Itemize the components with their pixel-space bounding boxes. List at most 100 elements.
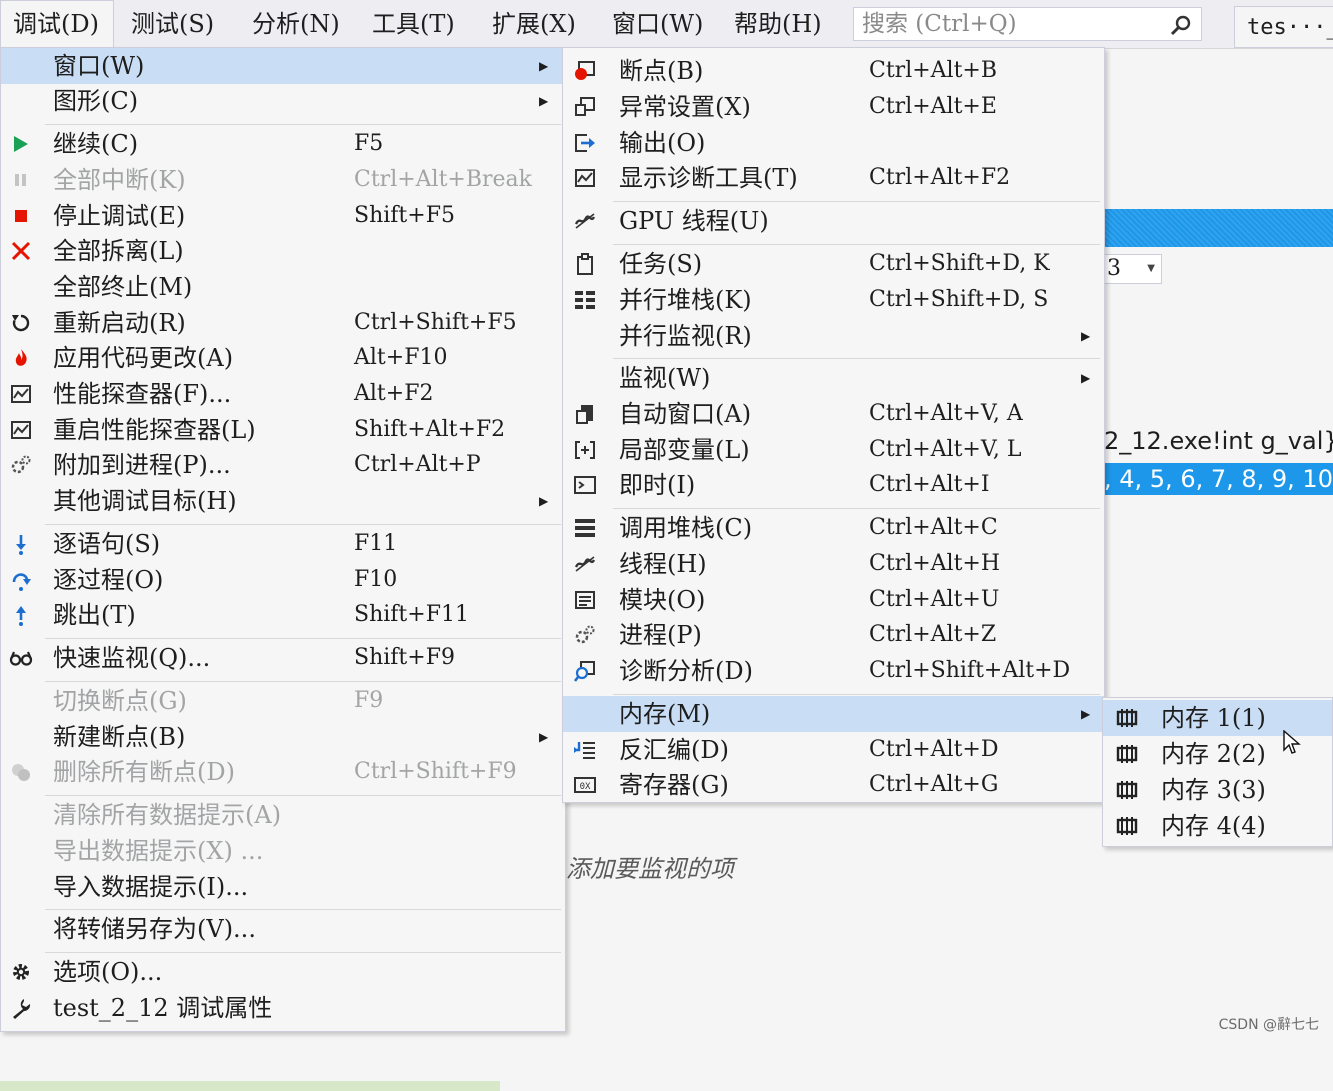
debug-menu-item-break-all[interactable]: 全部中断(K) Ctrl+Alt+Break	[1, 162, 565, 198]
window-menu-item-watch[interactable]: 监视(W) ▶	[563, 360, 1104, 396]
menu-window[interactable]: 窗口(W)	[612, 0, 703, 48]
menu-bar: 调试(D) 测试(S) 分析(N) 工具(T) 扩展(X) 窗口(W) 帮助(H…	[0, 0, 1333, 49]
window-menu-item-output[interactable]: 输出(O)	[563, 125, 1104, 161]
debug-menu-item-profiler[interactable]: 性能探查器(F)... Alt+F2	[1, 376, 565, 412]
window-submenu: 断点(B) Ctrl+Alt+B 异常设置(X) Ctrl+Alt+E 输出(O…	[562, 47, 1105, 803]
search-icon[interactable]	[1169, 13, 1193, 37]
window-menu-item-call-stack[interactable]: 调用堆栈(C) Ctrl+Alt+C	[563, 510, 1104, 546]
menu-item-label: 导入数据提示(I)...	[53, 873, 249, 901]
window-menu-item-exception-settings[interactable]: 异常设置(X) Ctrl+Alt+E	[563, 89, 1104, 125]
menu-item-shortcut: Ctrl+Shift+D, S	[869, 287, 1049, 312]
debug-menu-item-terminate-all[interactable]: 全部终止(M)	[1, 269, 565, 305]
add-watch-hint[interactable]: 添加要监视的项	[566, 849, 734, 884]
menu-item-label: 模块(O)	[619, 586, 706, 614]
search-box[interactable]: 搜索 (Ctrl+Q)	[853, 7, 1202, 41]
window-menu-item-processes[interactable]: 进程(P) Ctrl+Alt+Z	[563, 617, 1104, 653]
debug-menu-item-debug-properties[interactable]: test_2_12 调试属性	[1, 990, 565, 1026]
window-menu-item-disassembly[interactable]: 反汇编(D) Ctrl+Alt+D	[563, 732, 1104, 768]
tasks-icon	[577, 253, 593, 275]
menu-item-label: 局部变量(L)	[619, 436, 750, 464]
debug-menu-item-export-datatips[interactable]: 导出数据提示(X) ...	[1, 833, 565, 869]
menu-separator	[45, 638, 561, 639]
menu-separator	[45, 681, 561, 682]
menu-item-shortcut: Shift+F11	[354, 602, 469, 627]
menu-item-label: 全部拆离(L)	[53, 237, 184, 265]
stop-icon	[15, 210, 27, 222]
menu-item-shortcut: Ctrl+Alt+V, L	[869, 437, 1022, 462]
menu-debug[interactable]: 调试(D)	[0, 0, 114, 48]
debug-menu-item-step-over[interactable]: 逐过程(O) F10	[1, 562, 565, 598]
menu-item-label: 选项(O)...	[53, 958, 163, 986]
menu-item-label: 调用堆栈(C)	[619, 514, 753, 542]
menu-item-shortcut: Shift+F5	[354, 203, 455, 228]
debug-menu-item-continue[interactable]: 继续(C) F5	[1, 126, 565, 162]
watch-row-selected[interactable]: , 4, 5, 6, 7, 8, 9, 10}	[1104, 463, 1333, 495]
window-menu-item-locals[interactable]: 局部变量(L) Ctrl+Alt+V, L	[563, 432, 1104, 468]
menu-item-label: 内存(M)	[619, 700, 711, 728]
exception-settings-icon	[575, 97, 595, 116]
debug-menu-item-other-targets[interactable]: 其他调试目标(H) ▶	[1, 483, 565, 519]
menu-item-shortcut: F10	[354, 567, 398, 592]
debug-menu-item-apply-code-changes[interactable]: 应用代码更改(A) Alt+F10	[1, 340, 565, 376]
memory-menu-item-4[interactable]: 内存 4(4)	[1103, 808, 1332, 844]
window-menu-item-threads[interactable]: 线程(H) Ctrl+Alt+H	[563, 546, 1104, 582]
debug-menu-item-detach-all[interactable]: 全部拆离(L)	[1, 233, 565, 269]
menu-item-label: 重新启动(R)	[53, 309, 186, 337]
panel-title-bar	[1104, 209, 1333, 247]
window-menu-item-immediate[interactable]: 即时(I) Ctrl+Alt+I	[563, 467, 1104, 503]
debug-menu-item-save-dump[interactable]: 将转储另存为(V)...	[1, 911, 565, 947]
menu-help[interactable]: 帮助(H)	[734, 0, 822, 48]
hot-reload-icon	[15, 349, 27, 366]
menu-tools[interactable]: 工具(T)	[372, 0, 455, 48]
search-input[interactable]: 搜索 (Ctrl+Q)	[862, 8, 1017, 40]
window-menu-item-memory[interactable]: 内存(M) ▶	[563, 696, 1104, 732]
debug-menu-item-step-into[interactable]: 逐语句(S) F11	[1, 526, 565, 562]
debug-menu-item-toggle-breakpoint[interactable]: 切换断点(G) F9	[1, 683, 565, 719]
menu-item-label: 内存 2(2)	[1161, 740, 1266, 768]
debug-menu-item-options[interactable]: 选项(O)...	[1, 954, 565, 990]
menu-item-shortcut: Ctrl+Shift+F9	[354, 759, 517, 784]
window-menu-item-modules[interactable]: 模块(O) Ctrl+Alt+U	[563, 582, 1104, 618]
debug-menu-item-window[interactable]: 窗口(W) ▶	[1, 48, 565, 84]
window-menu-item-gpu-threads[interactable]: GPU 线程(U)	[563, 203, 1104, 239]
window-menu-item-tasks[interactable]: 任务(S) Ctrl+Shift+D, K	[563, 246, 1104, 282]
debug-menu-item-import-datatips[interactable]: 导入数据提示(I)...	[1, 869, 565, 905]
menu-item-label: 线程(H)	[619, 550, 707, 578]
debug-menu-item-restart-profiler[interactable]: 重启性能探查器(L) Shift+Alt+F2	[1, 412, 565, 448]
debug-menu-item-delete-all-breakpoints[interactable]: 删除所有断点(D) Ctrl+Shift+F9	[1, 754, 565, 790]
debug-menu-item-graphics[interactable]: 图形(C) ▶	[1, 83, 565, 119]
window-menu-item-parallel-watch[interactable]: 并行监视(R) ▶	[563, 318, 1104, 354]
play-icon	[14, 136, 28, 152]
menu-analyze[interactable]: 分析(N)	[252, 0, 340, 48]
memory-menu-item-3[interactable]: 内存 3(3)	[1103, 772, 1332, 808]
registers-icon: 0X	[574, 777, 596, 793]
window-menu-item-parallel-stacks[interactable]: 并行堆栈(K) Ctrl+Shift+D, S	[563, 282, 1104, 318]
window-menu-item-autos[interactable]: 自动窗口(A) Ctrl+Alt+V, A	[563, 396, 1104, 432]
menu-test[interactable]: 测试(S)	[131, 0, 214, 48]
debug-menu-item-new-breakpoint[interactable]: 新建断点(B) ▶	[1, 719, 565, 755]
thread-combo[interactable]: 3 ▼	[1104, 254, 1162, 284]
menu-extensions[interactable]: 扩展(X)	[492, 0, 576, 48]
menu-item-label: 全部终止(M)	[53, 273, 193, 301]
menu-item-shortcut: Ctrl+Shift+D, K	[869, 251, 1050, 276]
window-menu-item-registers[interactable]: 0X 寄存器(G) Ctrl+Alt+G	[563, 767, 1104, 803]
window-menu-item-diagnostic-tools[interactable]: 显示诊断工具(T) Ctrl+Alt+F2	[563, 160, 1104, 196]
debug-menu-item-restart[interactable]: 重新启动(R) Ctrl+Shift+F5	[1, 305, 565, 341]
wrench-icon	[13, 999, 31, 1019]
debug-menu-item-clear-datatips[interactable]: 清除所有数据提示(A)	[1, 797, 565, 833]
modules-icon	[575, 591, 595, 609]
window-menu-item-breakpoints[interactable]: 断点(B) Ctrl+Alt+B	[563, 53, 1104, 89]
submenu-arrow-icon: ▶	[1081, 707, 1091, 721]
window-menu-item-diagnostic-analysis[interactable]: 诊断分析(D) Ctrl+Shift+Alt+D	[563, 653, 1104, 689]
menu-item-shortcut: Ctrl+Alt+I	[869, 472, 990, 497]
menu-item-label: 断点(B)	[619, 57, 704, 85]
solution-title-tab[interactable]: tes···_	[1234, 6, 1333, 48]
debug-menu-item-attach-process[interactable]: 附加到进程(P)... Ctrl+Alt+P	[1, 447, 565, 483]
menu-separator	[613, 358, 1100, 359]
menu-item-shortcut: F11	[354, 531, 398, 556]
debug-menu-item-quickwatch[interactable]: 快速监视(Q)... Shift+F9	[1, 640, 565, 676]
watch-row-value: , 4, 5, 6, 7, 8, 9, 10}	[1104, 465, 1333, 493]
debug-menu-item-stop[interactable]: 停止调试(E) Shift+F5	[1, 198, 565, 234]
debug-menu-item-step-out[interactable]: 跳出(T) Shift+F11	[1, 597, 565, 633]
menu-item-label: 即时(I)	[619, 471, 696, 499]
